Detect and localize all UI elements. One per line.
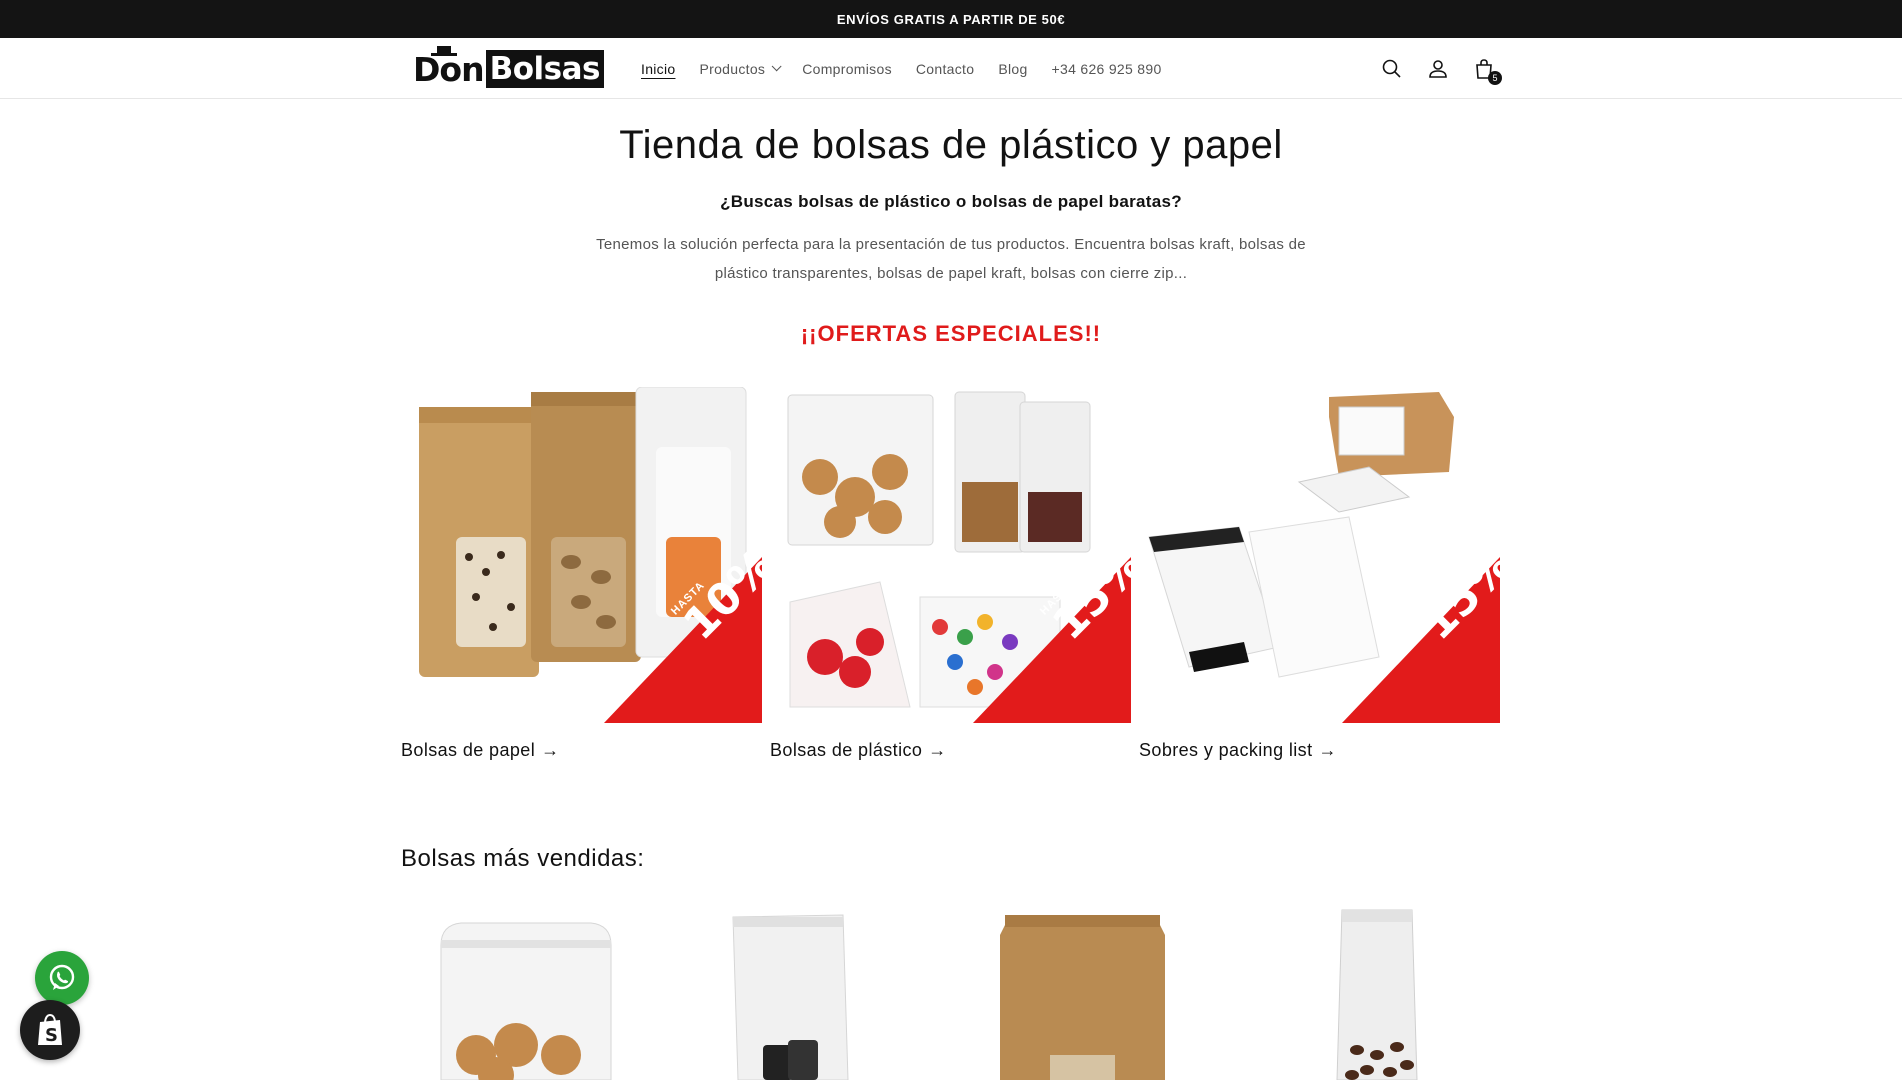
shopify-chat-button[interactable]: S <box>20 1000 80 1060</box>
nav-productos-label: Productos <box>699 60 766 77</box>
offer-card-paper[interactable]: HASTA 10% Bolsas de papel → <box>401 387 762 761</box>
chevron-down-icon <box>771 61 782 72</box>
nav-inicio[interactable]: Inicio <box>641 61 675 77</box>
product-card[interactable] <box>1232 905 1501 1080</box>
arrow-right-icon: → <box>928 740 947 760</box>
hero-description: Tenemos la solución perfecta para la pre… <box>596 236 1306 282</box>
logo[interactable]: Don Bolsas <box>413 45 604 89</box>
bestsellers-title: Bolsas más vendidas: <box>401 845 645 872</box>
offer-image-paper[interactable]: HASTA 10% <box>401 387 762 723</box>
main-nav: Inicio Productos Compromisos Contacto Bl… <box>641 38 1186 99</box>
page-title: Tienda de bolsas de plástico y papel <box>619 123 1283 167</box>
arrow-right-icon: → <box>541 740 560 760</box>
whatsapp-button[interactable] <box>35 951 89 1005</box>
site-header: Don Bolsas Inicio Productos Compromisos … <box>0 38 1902 99</box>
offer-card-envelopes[interactable]: HASTA 15% Sobres y packing list → <box>1139 387 1500 761</box>
announcement-text: ENVÍOS GRATIS A PARTIR DE 50€ <box>836 11 1066 27</box>
offer-link-paper[interactable]: Bolsas de papel → <box>401 740 762 761</box>
product-card[interactable] <box>401 905 670 1080</box>
arrow-right-icon: → <box>1318 740 1337 760</box>
offer-label: Bolsas de plástico <box>770 740 923 760</box>
nav-compromisos[interactable]: Compromisos <box>802 61 892 77</box>
hero-subtitle: ¿Buscas bolsas de plástico o bolsas de p… <box>720 192 1182 211</box>
offers-grid: HASTA 10% Bolsas de papel → HASTA 15% Bo… <box>401 387 1501 761</box>
offer-image-envelopes[interactable]: HASTA 15% <box>1139 387 1500 723</box>
hero-section: Tienda de bolsas de plástico y papel ¿Bu… <box>0 123 1902 288</box>
offer-label: Sobres y packing list <box>1139 740 1313 760</box>
offer-image-plastic[interactable]: HASTA 15% <box>770 387 1131 723</box>
header-icons: 5 <box>1380 38 1502 99</box>
nav-blog[interactable]: Blog <box>998 61 1027 77</box>
nav-contacto[interactable]: Contacto <box>916 61 974 77</box>
cart-icon[interactable]: 5 <box>1472 57 1502 85</box>
nav-phone[interactable]: +34 626 925 890 <box>1052 61 1162 77</box>
offers-title: ¡¡OFERTAS ESPECIALES!! <box>800 321 1102 346</box>
product-card[interactable] <box>678 905 947 1080</box>
search-icon[interactable] <box>1380 57 1404 81</box>
shopping-bag-icon: S <box>38 1013 62 1046</box>
offer-card-plastic[interactable]: HASTA 15% Bolsas de plástico → <box>770 387 1131 761</box>
cart-count-badge: 5 <box>1488 70 1502 85</box>
bestsellers-grid <box>401 905 1501 1080</box>
announcement-bar: ENVÍOS GRATIS A PARTIR DE 50€ <box>0 0 1902 38</box>
logo-text-don: Don <box>413 45 485 89</box>
offer-link-plastic[interactable]: Bolsas de plástico → <box>770 740 1131 761</box>
account-icon[interactable] <box>1426 57 1450 81</box>
offer-label: Bolsas de papel <box>401 740 536 760</box>
product-card[interactable] <box>955 905 1224 1080</box>
logo-text-bolsas: Bolsas <box>485 50 604 88</box>
whatsapp-icon <box>49 964 75 990</box>
nav-productos[interactable]: Productos <box>699 60 782 77</box>
offer-link-envelopes[interactable]: Sobres y packing list → <box>1139 740 1500 761</box>
svg-text:S: S <box>45 1025 58 1046</box>
